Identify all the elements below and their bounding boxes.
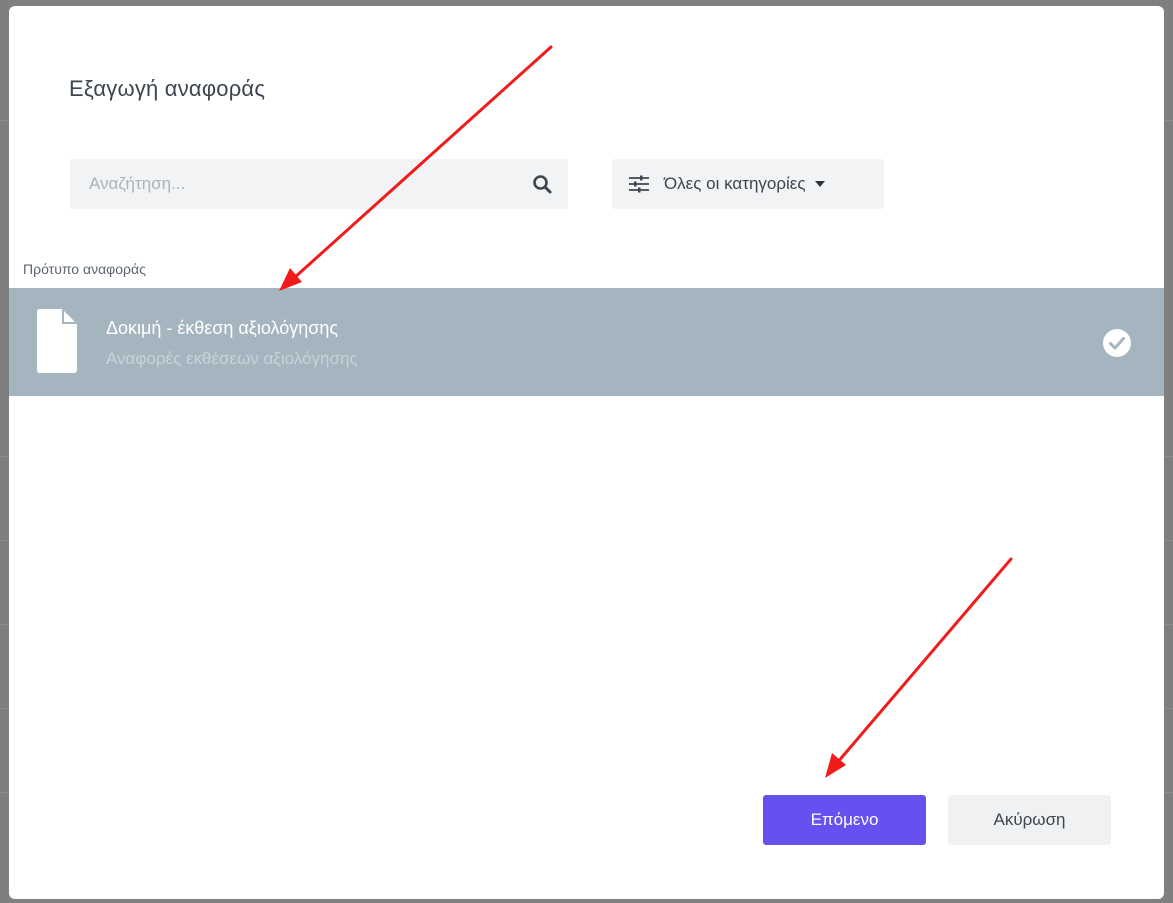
check-circle-icon xyxy=(1103,329,1131,357)
cancel-button[interactable]: Ακύρωση xyxy=(948,795,1111,845)
modal-title: Εξαγωγή αναφοράς xyxy=(69,76,266,101)
template-category: Αναφορές εκθέσεων αξιολόγησης xyxy=(106,349,358,368)
export-report-modal: Εξαγωγή αναφοράς Όλες οι κατηγορίες Πρότ… xyxy=(9,6,1164,899)
template-list-item[interactable]: Δοκιμή - έκθεση αξιολόγησης Αναφορές εκθ… xyxy=(9,288,1164,396)
next-button[interactable]: Επόμενο xyxy=(763,795,926,845)
category-filter-label: Όλες οι κατηγορίες xyxy=(664,174,806,193)
search-icon[interactable] xyxy=(532,174,552,194)
filter-icon xyxy=(629,175,649,193)
template-name: Δοκιμή - έκθεση αξιολόγησης xyxy=(106,318,339,338)
document-icon xyxy=(37,309,77,373)
search-box xyxy=(70,159,568,209)
category-filter-dropdown[interactable]: Όλες οι κατηγορίες xyxy=(612,159,884,209)
template-section-label: Πρότυπο αναφοράς xyxy=(23,261,146,277)
caret-down-icon xyxy=(814,181,825,187)
search-input[interactable] xyxy=(70,159,510,209)
